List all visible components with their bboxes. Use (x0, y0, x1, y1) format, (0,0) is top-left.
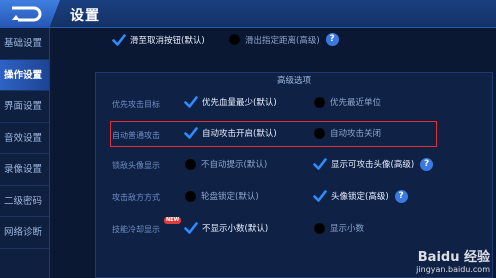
sidebar-item-sound[interactable]: 音效设置 (0, 123, 49, 154)
option-label: 优先最近单位 (330, 98, 382, 108)
option-auto-attack-on[interactable]: 自动攻击开启(默认) (184, 126, 277, 140)
sidebar-item-basic[interactable]: 基础设置 (0, 28, 49, 60)
row-label-lock-avatar: 锁敌头像显示 (112, 161, 160, 170)
sidebar-item-operation[interactable]: 操作设置 (0, 59, 49, 91)
back-arrow-icon (12, 6, 42, 22)
checkmark-icon (313, 189, 327, 203)
option-label: 轮盘锁定(默认) (201, 192, 259, 202)
option-slide-cancel[interactable]: 滑至取消按钮(默认) (112, 33, 205, 47)
advanced-options-title: 高级选项 (276, 76, 311, 86)
checkmark-icon (112, 33, 126, 47)
option-label: 不自动提示(默认) (201, 160, 268, 170)
radio-empty-icon (229, 34, 240, 45)
radio-empty-icon (314, 222, 325, 234)
radio-empty-icon (185, 190, 196, 202)
option-label: 滑至取消按钮(默认) (130, 36, 205, 46)
row-label-attack-mode: 攻击敌方方式 (112, 193, 160, 202)
help-icon[interactable]: ? (420, 157, 434, 171)
checkmark-icon (184, 95, 198, 109)
row-label-skill-cooldown: 技能冷却显示 (112, 225, 160, 234)
option-label: 自动攻击关闭 (330, 129, 382, 139)
option-label: 头像锁定(高级) (331, 192, 389, 202)
row-label-target-priority: 优先攻击目标 (112, 100, 160, 109)
watermark-brand: Baidu 经验 (417, 250, 490, 265)
option-nearest-unit[interactable]: 优先最近单位 (313, 96, 381, 108)
option-label: 不显示小数(默认) (202, 224, 269, 234)
radio-empty-icon (185, 158, 196, 170)
page-title: 设置 (70, 8, 100, 24)
new-badge: NEW (164, 217, 182, 224)
option-wheel-lock[interactable]: 轮盘锁定(默认) (184, 190, 259, 202)
help-icon[interactable]: ? (394, 189, 408, 203)
sidebar: 基础设置 操作设置 界面设置 音效设置 录像设置 二级密码 网络诊断 (0, 28, 50, 278)
back-button[interactable] (0, 0, 60, 28)
option-label: 滑出指定距离(高级) (245, 35, 320, 46)
option-show-decimal[interactable]: 显示小数 (313, 222, 364, 234)
option-slide-distance[interactable]: 滑出指定距离(高级) ? (228, 33, 339, 46)
option-no-decimal[interactable]: 不显示小数(默认) (184, 221, 268, 235)
radio-empty-icon (314, 96, 325, 108)
checkmark-icon (184, 126, 198, 140)
top-bar: 设置 (0, 0, 496, 28)
option-lowest-hp[interactable]: 优先血量最少(默认) (184, 95, 277, 109)
settings-panel: 滑至取消按钮(默认) 滑出指定距离(高级) ? 高级选项 优先攻击目标 自动普通… (52, 28, 496, 278)
sidebar-item-network[interactable]: 网络诊断 (0, 217, 49, 249)
option-auto-attack-off[interactable]: 自动攻击关闭 (313, 127, 381, 139)
sidebar-item-replay[interactable]: 录像设置 (0, 154, 49, 186)
checkmark-icon (184, 221, 198, 235)
option-show-avatar[interactable]: 显示可攻击头像(高级) ? (313, 157, 434, 171)
checkmark-icon (313, 157, 327, 171)
option-label: 优先血量最少(默认) (202, 98, 277, 108)
option-no-auto-hint[interactable]: 不自动提示(默认) (184, 158, 267, 170)
watermark-url: jingyan.baidu.com (416, 265, 490, 274)
option-label: 自动攻击开启(默认) (202, 129, 277, 139)
option-avatar-lock[interactable]: 头像锁定(高级) ? (313, 189, 408, 203)
option-label: 显示小数 (330, 224, 365, 234)
help-icon[interactable]: ? (325, 33, 339, 46)
baidu-watermark: Baidu 经验 jingyan.baidu.com (416, 246, 490, 274)
sidebar-item-interface[interactable]: 界面设置 (0, 91, 49, 123)
sidebar-item-password[interactable]: 二级密码 (0, 186, 49, 217)
option-label: 显示可攻击头像(高级) (331, 160, 415, 170)
radio-empty-icon (314, 127, 325, 139)
